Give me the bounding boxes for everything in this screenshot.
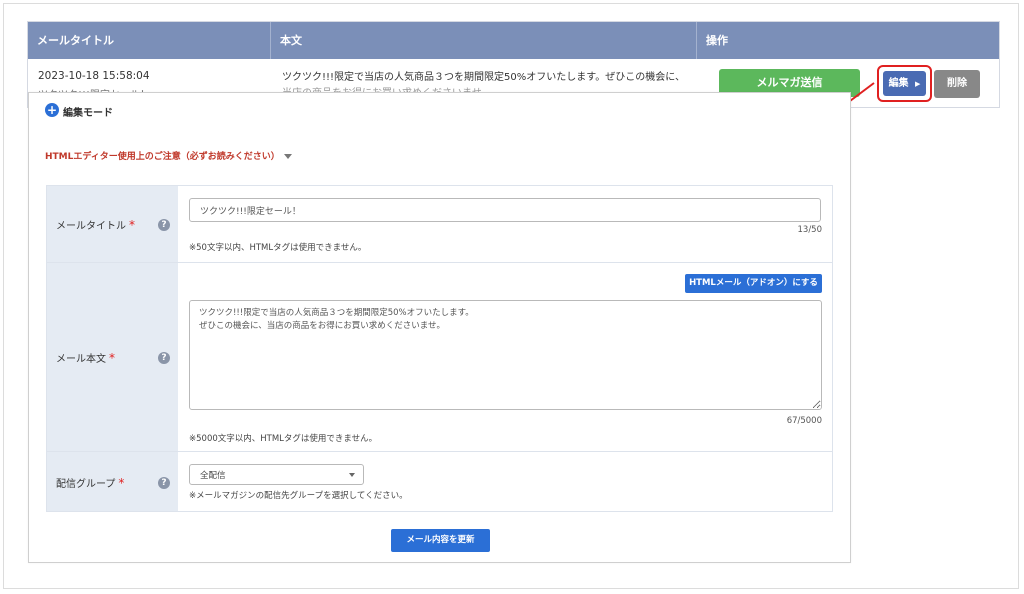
edit-button[interactable]: 編集 ▶ bbox=[883, 71, 926, 96]
header-operations: 操作 bbox=[706, 34, 728, 47]
plus-circle-icon[interactable]: + bbox=[45, 103, 59, 117]
header-mail-title: メールタイトル bbox=[28, 22, 271, 59]
required-mark: * bbox=[109, 351, 115, 365]
body-note: ※5000文字以内、HTMLタグは使用できません。 bbox=[189, 434, 378, 444]
edit-button-label: 編集 bbox=[888, 78, 909, 89]
update-mail-button[interactable]: メール内容を更新 bbox=[391, 529, 490, 552]
delete-button[interactable]: 削除 bbox=[934, 70, 980, 98]
body-label: メール本文 * bbox=[56, 351, 115, 365]
mail-body-textarea[interactable]: ツクツク!!!限定で当店の人気商品３つを期間限定50%オフいたします。 ぜひこの… bbox=[189, 300, 822, 410]
row-date: 2023-10-18 15:58:04 bbox=[38, 70, 150, 82]
label-cell-group: 配信グループ * ? bbox=[47, 452, 178, 511]
edit-button-highlight: 編集 ▶ bbox=[877, 65, 932, 102]
body-char-counter: 67/5000 bbox=[786, 416, 822, 426]
chevron-down-icon bbox=[349, 473, 355, 477]
select-value: 全配信 bbox=[200, 471, 226, 481]
help-icon[interactable]: ? bbox=[158, 352, 170, 364]
notice-text: HTMLエディター使用上のご注意（必ずお読みください） bbox=[45, 152, 280, 162]
label-cell-title: メールタイトル * ? bbox=[47, 186, 178, 262]
html-mail-addon-button[interactable]: HTMLメール（アドオン）にする bbox=[685, 274, 822, 293]
title-char-counter: 13/50 bbox=[797, 225, 823, 235]
edit-mode-panel: + 編集モード HTMLエディター使用上のご注意（必ずお読みください） メールタ… bbox=[28, 92, 851, 563]
mail-title-input[interactable] bbox=[189, 198, 821, 222]
edit-form-table: メールタイトル* ? 13/50 ※50文字以内、HTMLタグは使用できません。… bbox=[46, 185, 833, 512]
required-mark: * bbox=[129, 218, 135, 232]
help-icon[interactable]: ? bbox=[158, 219, 170, 231]
list-header-row: メールタイトル 本文 操作 bbox=[28, 22, 999, 59]
label-cell-body: メール本文 * ? bbox=[47, 263, 178, 451]
help-icon[interactable]: ? bbox=[158, 477, 170, 489]
group-note: ※メールマガジンの配信先グループを選択してください。 bbox=[189, 491, 408, 501]
caret-down-icon bbox=[283, 154, 292, 159]
delivery-group-select[interactable]: 全配信 bbox=[189, 464, 364, 485]
required-mark: * bbox=[118, 476, 125, 490]
title-label: メールタイトル * bbox=[56, 218, 135, 232]
title-note: ※50文字以内、HTMLタグは使用できません。 bbox=[189, 243, 367, 253]
form-row-title: メールタイトル* ? 13/50 ※50文字以内、HTMLタグは使用できません。 bbox=[47, 186, 832, 263]
row-body-line1: ツクツク!!!限定で当店の人気商品３つを期間限定50%オフいたします。ぜひこの機… bbox=[282, 72, 685, 83]
caret-right-icon: ▶ bbox=[915, 80, 921, 88]
html-editor-notice-toggle[interactable]: HTMLエディター使用上のご注意（必ずお読みください） bbox=[45, 149, 292, 162]
edit-mode-label: 編集モード bbox=[63, 108, 113, 119]
header-body: 本文 bbox=[271, 22, 697, 59]
form-row-group: 配信グループ * ? 全配信 ※メールマガジンの配信先グループを選択してください。 bbox=[47, 452, 832, 511]
form-row-body: メール本文 * ? HTMLメール（アドオン）にする ツクツク!!!限定で当店の人… bbox=[47, 263, 832, 452]
group-label: 配信グループ * bbox=[56, 476, 125, 490]
